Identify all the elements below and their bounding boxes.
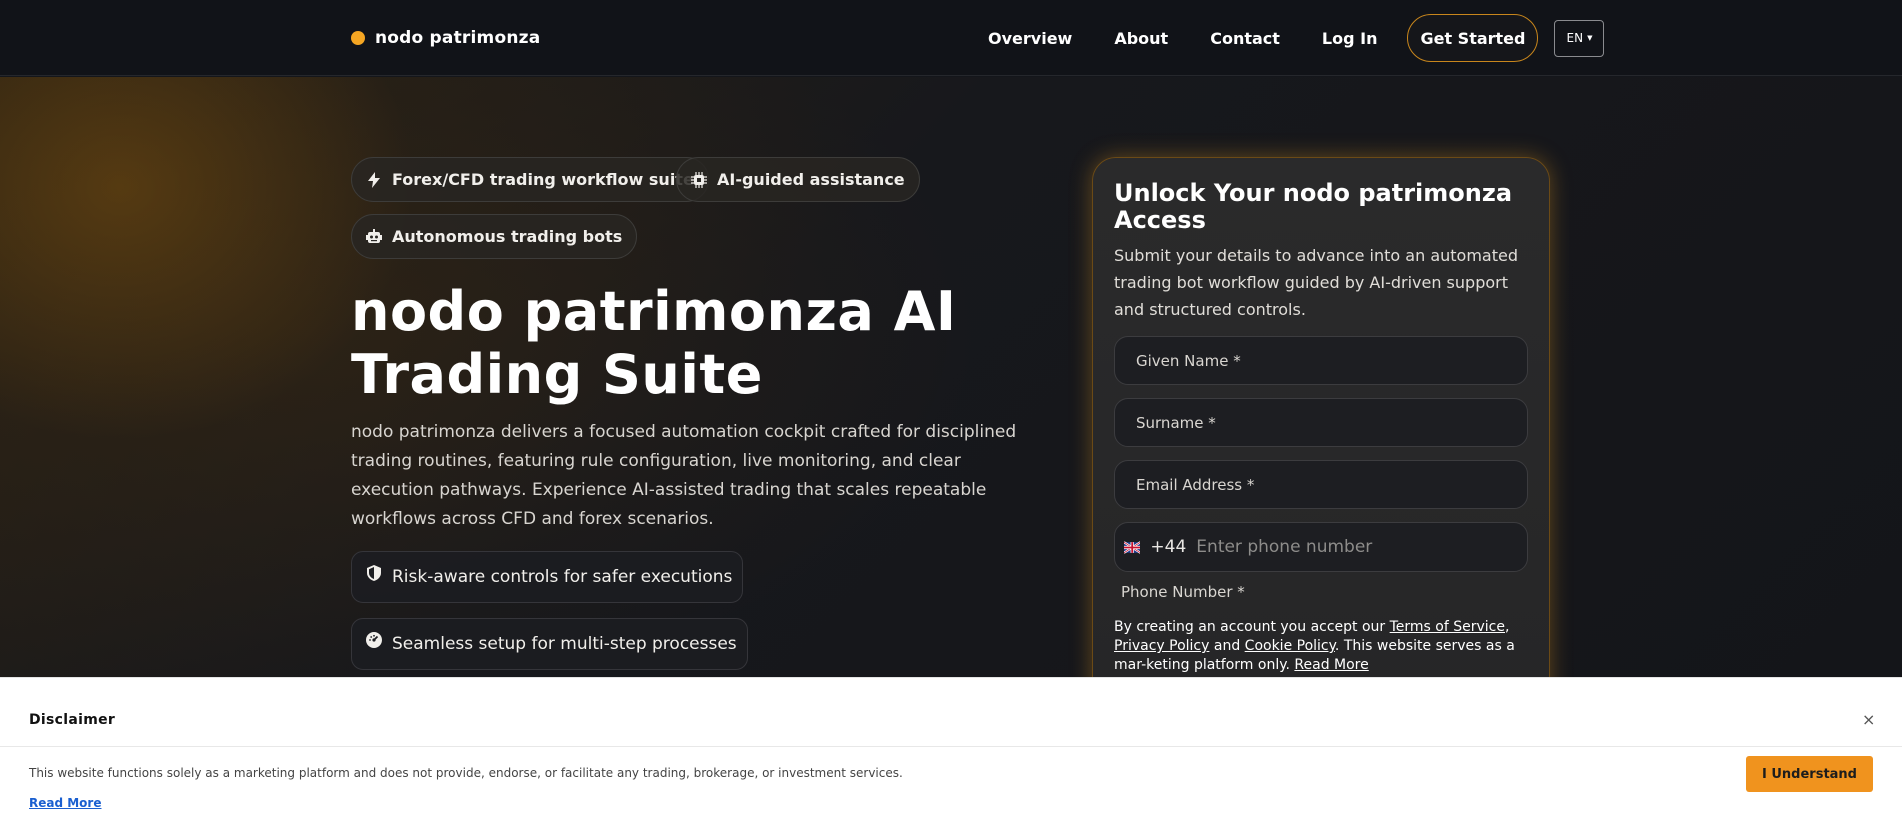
privacy-policy-link[interactable]: Privacy Policy bbox=[1114, 638, 1209, 654]
chip-ai-guided: AI-guided assistance bbox=[676, 157, 920, 202]
surname-input[interactable] bbox=[1136, 413, 1527, 432]
chip-icon bbox=[691, 171, 707, 188]
close-icon[interactable]: × bbox=[1862, 710, 1875, 729]
email-field[interactable] bbox=[1114, 460, 1528, 509]
phone-input[interactable] bbox=[1196, 537, 1527, 557]
language-selector[interactable]: EN ▼ bbox=[1554, 19, 1605, 57]
brand-logo[interactable]: nodo patrimonza bbox=[351, 26, 540, 50]
chip-forex-workflow: Forex/CFD trading workflow suite bbox=[351, 157, 709, 202]
given-name-field[interactable] bbox=[1114, 336, 1528, 385]
disclaimer-read-more-link[interactable]: Read More bbox=[29, 796, 102, 810]
email-input[interactable] bbox=[1136, 475, 1527, 494]
shield-icon bbox=[366, 565, 382, 581]
bolt-icon bbox=[366, 171, 382, 188]
signup-form-card: Unlock Your nodo patrimonza Access Submi… bbox=[1092, 157, 1550, 717]
form-read-more-link[interactable]: Read More bbox=[1294, 657, 1368, 673]
terms-prefix: By creating an account you accept our bbox=[1114, 619, 1390, 635]
hero-title-line1: nodo patrimonza AI bbox=[351, 280, 957, 343]
nav-overview[interactable]: Overview bbox=[988, 29, 1072, 48]
terms-and: and bbox=[1209, 638, 1245, 654]
hero-description: nodo patrimonza delivers a focused autom… bbox=[351, 422, 1017, 529]
nav-about[interactable]: About bbox=[1114, 29, 1168, 48]
form-title: Unlock Your nodo patrimonza Access bbox=[1114, 179, 1513, 234]
i-understand-button[interactable]: I Understand bbox=[1746, 756, 1873, 792]
dial-code[interactable]: +44 bbox=[1150, 537, 1186, 557]
nav-contact[interactable]: Contact bbox=[1210, 29, 1280, 48]
language-label: EN bbox=[1566, 31, 1584, 45]
hero-title: nodo patrimonza AI Trading Suite bbox=[351, 280, 1031, 406]
gauge-icon bbox=[366, 632, 382, 648]
hero-title-line2: Trading Suite bbox=[351, 343, 763, 406]
cookie-policy-link[interactable]: Cookie Policy bbox=[1245, 638, 1335, 654]
disclaimer-title: Disclaimer bbox=[29, 712, 116, 728]
feature-label: Seamless setup for multi-step processes bbox=[392, 634, 737, 654]
brand-dot-icon bbox=[351, 31, 365, 45]
surname-field[interactable] bbox=[1114, 398, 1528, 447]
terms-of-service-link[interactable]: Terms of Service bbox=[1390, 619, 1505, 635]
disclaimer-header: Disclaimer × bbox=[0, 702, 1902, 747]
chip-autonomous-bots: Autonomous trading bots bbox=[351, 214, 638, 259]
uk-flag-icon[interactable] bbox=[1124, 540, 1141, 554]
brand-name: nodo patrimonza bbox=[375, 28, 541, 48]
disclaimer-text: This website functions solely as a marke… bbox=[29, 766, 903, 780]
robot-icon bbox=[366, 228, 382, 245]
phone-label: Phone Number * bbox=[1121, 583, 1245, 601]
get-started-button[interactable]: Get Started bbox=[1407, 14, 1539, 62]
terms-text: By creating an account you accept our Te… bbox=[1114, 619, 1515, 673]
chevron-down-icon: ▼ bbox=[1587, 34, 1593, 42]
nav-login[interactable]: Log In bbox=[1322, 29, 1378, 48]
chip-label: AI-guided assistance bbox=[717, 170, 905, 189]
feature-seamless-setup: Seamless setup for multi-step processes bbox=[351, 618, 748, 670]
feature-risk-controls: Risk-aware controls for safer executions bbox=[351, 551, 744, 603]
chip-label: Forex/CFD trading workflow suite bbox=[392, 170, 694, 189]
form-subtitle: Submit your details to advance into an a… bbox=[1114, 246, 1518, 319]
main-nav: Overview About Contact Log In Get Starte… bbox=[988, 14, 1605, 62]
chip-label: Autonomous trading bots bbox=[392, 227, 623, 246]
phone-field[interactable]: +44 bbox=[1114, 522, 1528, 572]
site-header: nodo patrimonza Overview About Contact L… bbox=[0, 0, 1902, 76]
feature-label: Risk-aware controls for safer executions bbox=[392, 567, 733, 587]
given-name-input[interactable] bbox=[1136, 351, 1527, 370]
disclaimer-banner: Disclaimer × This website functions sole… bbox=[0, 677, 1902, 818]
